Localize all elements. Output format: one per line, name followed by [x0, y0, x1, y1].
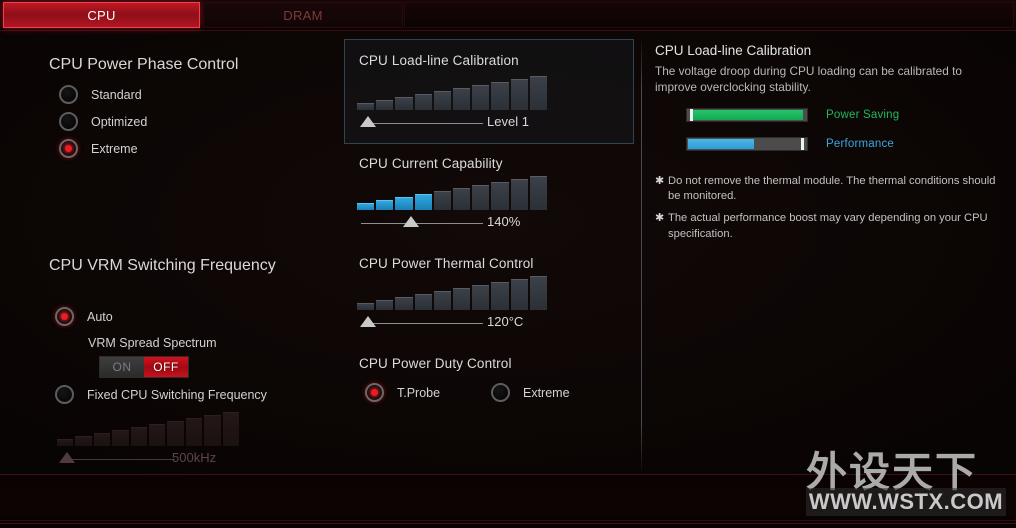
radio-row-tprobe[interactable]: T.Probe	[365, 379, 440, 406]
note-star-icon: ✱	[655, 175, 665, 187]
thermal-control-slider[interactable]: 120°C	[357, 276, 548, 334]
vrm-spread-spectrum-label: VRM Spread Spectrum	[88, 336, 217, 350]
current-capability-value: 140%	[487, 214, 521, 229]
toggle-option-off[interactable]: OFF	[144, 357, 188, 377]
footer-divider-mid	[0, 520, 1016, 521]
radio-auto-label: Auto	[87, 309, 113, 324]
radio-tprobe-label: T.Probe	[397, 385, 441, 400]
radio-tprobe-icon[interactable]	[365, 383, 384, 402]
tab-cpu[interactable]: CPU	[3, 2, 200, 28]
power-saving-meter-fill	[691, 110, 803, 120]
vrm-frequency-stair-graph	[57, 412, 240, 446]
radio-extreme-label: Extreme	[91, 141, 138, 156]
radio-optimized-icon[interactable]	[59, 112, 78, 131]
loadline-value: Level 1	[487, 114, 529, 129]
column-divider	[641, 35, 642, 475]
loadline-handle[interactable]	[360, 116, 376, 127]
performance-meter-fill	[688, 139, 754, 149]
radio-standard-icon[interactable]	[59, 85, 78, 104]
meter-row-power-saving: Power Saving	[686, 108, 899, 122]
current-capability-stair-graph	[357, 176, 548, 210]
watermark-text: 外设天下	[806, 448, 978, 496]
watermark-url: WWW.WSTX.COM	[806, 488, 1006, 516]
radio-extreme-icon[interactable]	[59, 139, 78, 158]
loadline-stair-graph	[357, 76, 548, 110]
thermal-control-title: CPU Power Thermal Control	[359, 256, 534, 271]
radio-row-extreme[interactable]: Extreme	[59, 135, 147, 162]
radio-duty-extreme-icon[interactable]	[491, 383, 510, 402]
bios-ai-tweaker-screen: CPU DRAM CPU Power Phase Control Standar…	[0, 0, 1016, 528]
power-saving-meter	[686, 108, 808, 122]
power-saving-meter-marker	[690, 109, 693, 121]
power-saving-meter-label: Power Saving	[826, 109, 900, 121]
note-text: Do not remove the thermal module. The th…	[668, 175, 996, 203]
help-description: The voltage droop during CPU loading can…	[655, 64, 962, 95]
toggle-option-on[interactable]: ON	[100, 357, 144, 377]
performance-meter-label: Performance	[826, 138, 895, 150]
radio-fixed-frequency-label: Fixed CPU Switching Frequency	[87, 387, 267, 402]
tab-bar: CPU DRAM	[0, 0, 1016, 31]
loadline-track[interactable]: Level 1	[357, 112, 547, 134]
vrm-frequency-track-line	[67, 459, 175, 460]
radio-row-auto[interactable]: Auto	[55, 303, 113, 330]
duty-control-title: CPU Power Duty Control	[359, 356, 512, 371]
radio-row-optimized[interactable]: Optimized	[59, 108, 147, 135]
radio-row-duty-extreme[interactable]: Extreme	[491, 379, 570, 406]
vrm-spread-spectrum-toggle[interactable]: ON OFF	[99, 356, 189, 378]
note-star-icon: ✱	[655, 212, 665, 225]
radio-auto-icon[interactable]	[55, 307, 74, 326]
vrm-title: CPU VRM Switching Frequency	[49, 257, 276, 274]
tab-dram[interactable]: DRAM	[203, 2, 403, 28]
thermal-control-value: 120°C	[487, 314, 524, 329]
current-capability-title: CPU Current Capability	[359, 156, 503, 171]
radio-optimized-label: Optimized	[91, 114, 148, 129]
radio-duty-extreme-label: Extreme	[523, 385, 570, 400]
power-phase-options: Standard Optimized Extreme	[59, 81, 147, 162]
performance-meter-marker	[801, 138, 804, 150]
current-capability-track[interactable]: 140%	[357, 212, 547, 234]
loadline-title: CPU Load-line Calibration	[359, 53, 519, 68]
note-item: ✱ The actual performance boost may vary …	[655, 211, 1001, 241]
performance-meter	[686, 137, 808, 151]
radio-row-standard[interactable]: Standard	[59, 81, 147, 108]
radio-row-fixed-frequency[interactable]: Fixed CPU Switching Frequency	[55, 381, 267, 408]
power-phase-title: CPU Power Phase Control	[49, 56, 239, 73]
note-item: ✱ Do not remove the thermal module. The …	[655, 174, 1001, 204]
vrm-frequency-slider[interactable]: 500kHz	[57, 412, 240, 470]
radio-standard-label: Standard	[91, 87, 142, 102]
tab-bar-filler	[404, 2, 1014, 28]
thermal-control-track-line	[367, 323, 483, 324]
content-area: CPU Power Phase Control Standard Optimiz…	[0, 31, 1016, 475]
loadline-slider[interactable]: Level 1	[357, 76, 548, 134]
note-text: The actual performance boost may vary de…	[668, 212, 988, 240]
thermal-control-stair-graph	[357, 276, 548, 310]
radio-fixed-frequency-icon[interactable]	[55, 385, 74, 404]
footer-divider-bottom	[0, 523, 1016, 524]
vrm-frequency-track[interactable]: 500kHz	[57, 448, 239, 470]
current-capability-handle[interactable]	[403, 216, 419, 227]
meter-row-performance: Performance	[686, 137, 894, 151]
current-capability-track-line	[361, 223, 483, 224]
help-notes: ✱ Do not remove the thermal module. The …	[655, 174, 1001, 249]
thermal-control-track[interactable]: 120°C	[357, 312, 547, 334]
vrm-frequency-value: 500kHz	[172, 450, 217, 465]
thermal-control-handle[interactable]	[360, 316, 376, 327]
current-capability-slider[interactable]: 140%	[357, 176, 548, 234]
help-title: CPU Load-line Calibration	[655, 43, 812, 58]
vrm-frequency-handle[interactable]	[59, 452, 75, 463]
loadline-track-line	[367, 123, 483, 124]
